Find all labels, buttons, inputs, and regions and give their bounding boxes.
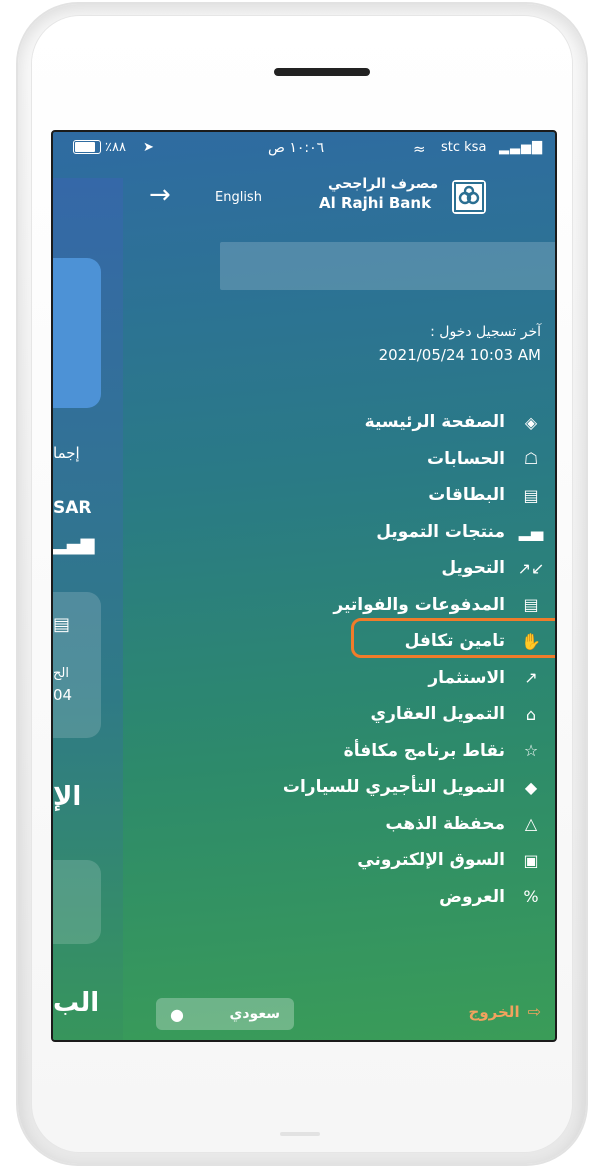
menu-item-cards[interactable]: ▤ البطاقات [123, 477, 555, 514]
profile-icon: ● [170, 1004, 184, 1024]
bank-logo-icon [452, 180, 486, 214]
main-menu: ◈ الصفحة الرئيسية ☖ الحسابات ▤ البطاقات … [123, 404, 555, 915]
menu-item-gold-wallet[interactable]: △ محفظة الذهب [123, 806, 555, 843]
menu-label: محفظة الذهب [385, 813, 505, 834]
logout-icon: ⇨ [527, 1002, 541, 1021]
trophy-icon: ☆ [523, 741, 539, 761]
peek-account-card[interactable] [53, 258, 101, 408]
menu-label: نقاط برنامج مكافأة [343, 740, 505, 761]
last-login-value: 2021/05/24 10:03 AM [378, 346, 541, 364]
car-icon: ◆ [524, 777, 538, 797]
shopping-bag-icon: ▣ [523, 850, 539, 870]
menu-item-mortgage[interactable]: ⌂ التمويل العقاري [123, 696, 555, 733]
battery-icon [73, 140, 101, 154]
menu-item-offers[interactable]: % العروض [123, 879, 555, 916]
menu-label: التمويل العقاري [370, 704, 505, 725]
logout-label: الخروج [468, 1002, 520, 1021]
menu-item-takaful-insurance[interactable]: ✋ تامين تكافل [123, 623, 555, 660]
menu-item-transfer[interactable]: ↗↙ التحويل [123, 550, 555, 587]
side-menu-drawer: → English مصرف الراجحي Al Rajhi Bank آخر… [123, 132, 555, 1040]
peek-heading-2: الب [53, 988, 100, 1018]
logout-button[interactable]: ⇨ الخروج [469, 1002, 541, 1021]
menu-label: المدفوعات والفواتير [333, 594, 505, 615]
menu-item-home[interactable]: ◈ الصفحة الرئيسية [123, 404, 555, 441]
language-toggle[interactable]: English [215, 190, 262, 205]
menu-label: تامين تكافل [404, 631, 505, 652]
menu-item-finance-products[interactable]: ▂▄ منتجات التمويل [123, 514, 555, 551]
peek-total-label: إجما [53, 444, 80, 462]
menu-label: البطاقات [428, 485, 505, 506]
menu-label: منتجات التمويل [376, 521, 505, 542]
bank-logo-english: Al Rajhi Bank [319, 194, 432, 212]
phone-speaker [274, 68, 370, 76]
house-icon: ⌂ [525, 704, 537, 724]
menu-label: الصفحة الرئيسية [364, 412, 505, 433]
transfer-arrows-icon: ↗↙ [517, 558, 545, 578]
peek-heading-1: الإ [53, 782, 82, 812]
home-indicator [280, 1132, 320, 1136]
menu-label: الحسابات [427, 448, 505, 469]
main-page-peek: إجما SAR ▂▄▆ ▤ الح 04 الإ الب [53, 178, 123, 1040]
peek-card-label: الح [53, 666, 69, 681]
menu-label: السوق الإلكتروني [357, 850, 505, 871]
user-name-bar [220, 242, 555, 290]
menu-item-investment[interactable]: ↗ الاستثمار [123, 660, 555, 697]
bar-chart-icon: ▂▄ [518, 522, 544, 542]
peek-currency: SAR [53, 498, 92, 518]
peek-tile[interactable] [53, 860, 101, 944]
menu-item-accounts[interactable]: ☖ الحسابات [123, 441, 555, 478]
percent-badge-icon: % [523, 887, 539, 907]
menu-label: الاستثمار [428, 667, 505, 688]
gold-bars-icon: △ [524, 814, 538, 834]
peek-card-icon: ▤ [53, 614, 71, 635]
close-menu-arrow-icon[interactable]: → [149, 182, 171, 208]
menu-label: العروض [439, 886, 505, 907]
app-screen: ٪٨٨ ➤ ١٠:٠٦ ص ≈ stc ksa ▂▃▅▇ إجما SAR ▂▄… [51, 130, 557, 1042]
menu-item-car-lease[interactable]: ◆ التمويل التأجيري للسيارات [123, 769, 555, 806]
bank-icon: ☖ [523, 449, 539, 469]
last-login-label: آخر تسجيل دخول : [430, 324, 541, 340]
peek-chart-icon: ▂▄▆ [53, 534, 95, 555]
menu-label: التحويل [441, 558, 505, 579]
menu-item-e-market[interactable]: ▣ السوق الإلكتروني [123, 842, 555, 879]
bank-logo-arabic: مصرف الراجحي [328, 176, 439, 192]
bill-icon: ▤ [523, 595, 539, 615]
menu-item-rewards-points[interactable]: ☆ نقاط برنامج مكافأة [123, 733, 555, 770]
menu-item-payments-bills[interactable]: ▤ المدفوعات والفواتير [123, 587, 555, 624]
trend-icon: ↗ [524, 668, 538, 688]
peek-card-value: 04 [53, 686, 73, 704]
handshake-icon: ✋ [521, 631, 541, 651]
region-button[interactable]: ● سعودي [156, 998, 294, 1030]
region-label: سعودي [229, 1006, 280, 1022]
menu-label: التمويل التأجيري للسيارات [282, 777, 505, 798]
card-icon: ▤ [523, 485, 539, 505]
layers-icon: ◈ [524, 412, 538, 432]
